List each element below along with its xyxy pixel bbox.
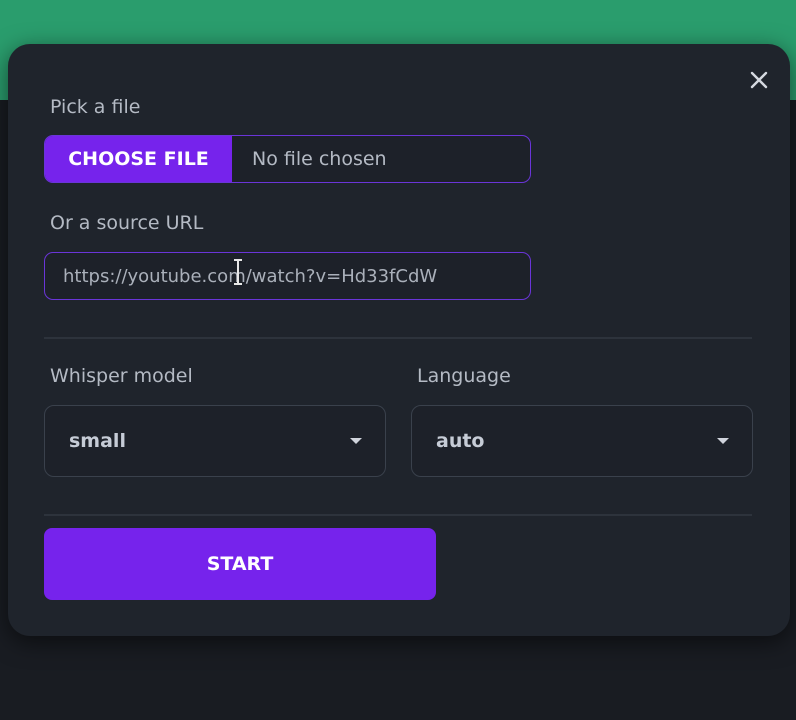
section-divider: [44, 337, 752, 339]
file-label: Pick a file: [50, 96, 141, 118]
choose-file-button[interactable]: CHOOSE FILE: [45, 136, 232, 182]
language-select-value: auto: [436, 430, 485, 452]
start-button[interactable]: START: [44, 528, 436, 600]
transcribe-dialog: Pick a file CHOOSE FILE No file chosen O…: [8, 44, 790, 636]
close-icon: [750, 71, 768, 89]
close-button[interactable]: [743, 64, 775, 96]
model-select-value: small: [69, 430, 126, 452]
chevron-down-icon: [350, 438, 362, 444]
file-status-text: No file chosen: [252, 148, 387, 170]
language-label: Language: [417, 365, 511, 387]
source-url-input[interactable]: [44, 252, 531, 300]
language-select[interactable]: auto: [411, 405, 753, 477]
file-picker[interactable]: CHOOSE FILE No file chosen: [44, 135, 531, 183]
chevron-down-icon: [717, 438, 729, 444]
url-label: Or a source URL: [50, 212, 204, 234]
section-divider: [44, 514, 752, 516]
model-label: Whisper model: [50, 365, 193, 387]
model-select[interactable]: small: [44, 405, 386, 477]
text-cursor-icon: [234, 259, 242, 285]
